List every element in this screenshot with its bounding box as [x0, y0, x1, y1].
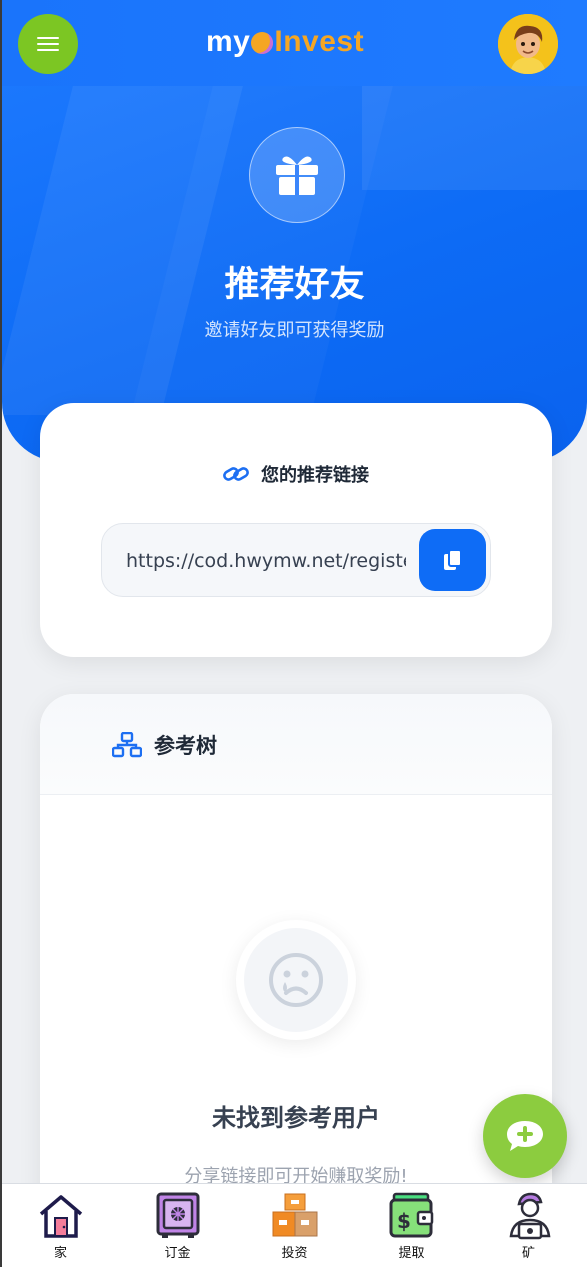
referral-link-input[interactable] — [126, 544, 406, 578]
home-icon — [39, 1195, 82, 1238]
hamburger-icon — [37, 37, 59, 39]
page-title: 推荐好友 — [224, 265, 365, 305]
hamburger-icon — [37, 43, 59, 45]
empty-state-title: 未找到参考用户 — [212, 1104, 380, 1132]
sitemap-icon — [112, 732, 142, 758]
hamburger-icon — [37, 49, 59, 51]
hero-banner: my Invest 推荐好友 邀请好友即可获得奖励 — [2, 0, 587, 462]
sad-face-icon — [269, 953, 323, 1007]
nav-label: 订金 — [164, 1246, 191, 1261]
boxes-icon — [272, 1193, 317, 1237]
logo-text: Invest — [274, 25, 365, 58]
menu-button[interactable] — [18, 14, 78, 74]
page-subtitle: 邀请好友即可获得奖励 — [204, 320, 385, 341]
miner-icon — [509, 1192, 550, 1240]
nav-item-withdraw[interactable]: $ 提取 — [364, 1184, 460, 1267]
chat-fab-button[interactable] — [483, 1094, 567, 1178]
safe-icon — [156, 1192, 199, 1238]
chat-plus-icon — [507, 1121, 543, 1151]
user-avatar-icon — [498, 14, 558, 74]
copy-button[interactable] — [419, 529, 486, 591]
nav-label: 投资 — [281, 1246, 308, 1261]
logo-text: my — [206, 25, 251, 58]
reference-tree-card: 参考树 未找到参考用户 分享链接即可开始赚取奖励! — [40, 694, 552, 1267]
reference-tree-title: 参考树 — [154, 734, 217, 758]
nav-item-invest[interactable]: 投资 — [247, 1184, 343, 1267]
copy-icon — [443, 549, 462, 570]
gift-badge — [249, 127, 345, 223]
nav-label: 矿 — [521, 1246, 535, 1261]
gift-icon — [276, 156, 318, 195]
empty-state-badge — [236, 920, 356, 1040]
hero-decoration — [362, 70, 587, 190]
svg-text:$: $ — [397, 1209, 411, 1233]
referral-link-title: 您的推荐链接 — [261, 465, 369, 486]
nav-label: 提取 — [398, 1246, 425, 1261]
avatar[interactable] — [498, 14, 558, 74]
coin-icon — [251, 32, 274, 54]
referral-link-field — [101, 523, 491, 597]
link-icon — [223, 467, 249, 481]
nav-item-home[interactable]: 家 — [13, 1184, 109, 1267]
app-logo[interactable]: my Invest — [206, 22, 364, 62]
nav-label: 家 — [53, 1246, 67, 1261]
referral-link-heading: 您的推荐链接 — [40, 461, 552, 487]
reference-tree-header: 参考树 — [40, 694, 552, 795]
wallet-icon: $ — [389, 1192, 433, 1238]
nav-item-deposit[interactable]: 订金 — [130, 1184, 226, 1267]
referral-link-card: 您的推荐链接 — [40, 403, 552, 657]
nav-item-mine[interactable]: 矿 — [481, 1184, 577, 1267]
bottom-navigation: 家 订金 投资 $ 提取 矿 — [2, 1183, 587, 1267]
